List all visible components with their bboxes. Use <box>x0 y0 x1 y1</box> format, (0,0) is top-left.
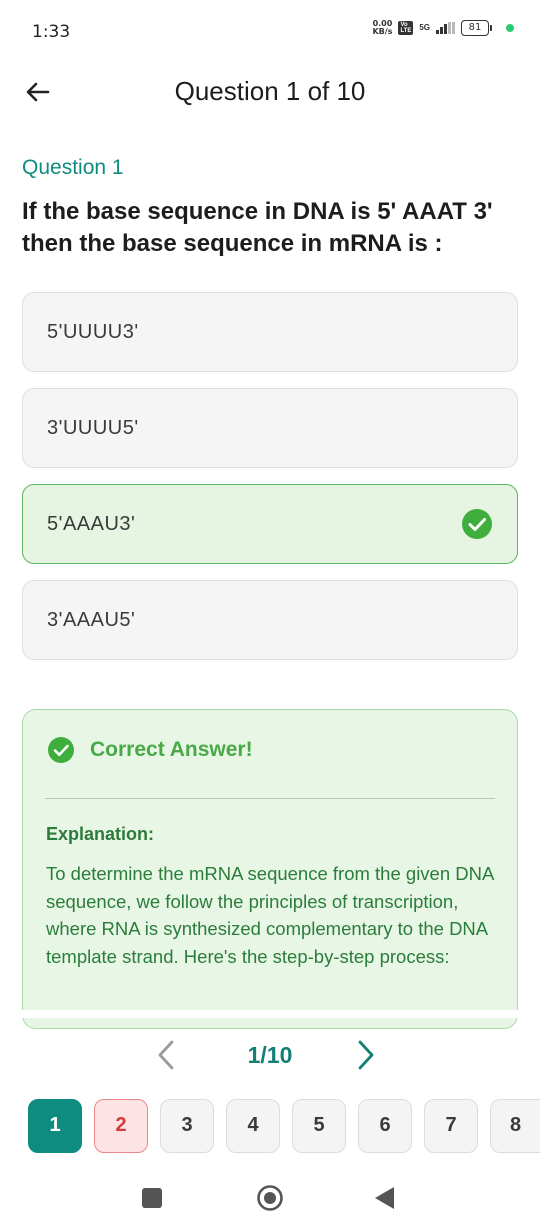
net-speed: 0.00 KB/s <box>372 19 393 36</box>
home-icon[interactable] <box>256 1184 284 1212</box>
status-bar: 1:33 0.00 KB/s Vo LTE 5G 81 <box>0 0 540 64</box>
question-navigator: 1 2 3 4 5 6 7 8 <box>0 1099 540 1155</box>
battery-level: 81 <box>461 20 489 36</box>
status-time: 1:33 <box>32 22 71 42</box>
question-pager: 1/10 <box>0 1030 540 1080</box>
question-text: If the base sequence in DNA is 5' AAAT 3… <box>22 198 493 257</box>
answer-option-4[interactable]: 3'AAAU5' <box>22 580 518 660</box>
check-circle-icon <box>462 509 492 539</box>
system-nav-bar <box>0 1170 540 1230</box>
check-circle-icon <box>48 737 74 763</box>
explanation-text: To determine the mRNA sequence from the … <box>46 863 494 967</box>
chevron-right-icon[interactable] <box>350 1038 382 1072</box>
question-nav-button-1[interactable]: 1 <box>28 1099 82 1153</box>
result-title: Correct Answer! <box>90 738 253 761</box>
option-label: 3'AAAU5' <box>47 609 136 631</box>
question-nav-button-5[interactable]: 5 <box>292 1099 346 1153</box>
option-label: 5'UUUU3' <box>47 321 139 343</box>
back-triangle-icon[interactable] <box>372 1185 398 1211</box>
answer-option-2[interactable]: 3'UUUU5' <box>22 388 518 468</box>
recents-icon[interactable] <box>142 1188 162 1208</box>
page-title: Question 1 of 10 <box>174 76 366 106</box>
question-nav-button-4[interactable]: 4 <box>226 1099 280 1153</box>
answer-option-3[interactable]: 5'AAAU3' <box>22 484 518 564</box>
notification-dot-icon <box>506 24 514 32</box>
signal-icon <box>436 22 455 34</box>
question-number-label: Question 1 <box>22 156 124 179</box>
question-nav-button-6[interactable]: 6 <box>358 1099 412 1153</box>
battery-icon: 81 <box>461 20 492 36</box>
question-nav-button-2[interactable]: 2 <box>94 1099 148 1153</box>
explanation-label: Explanation: <box>46 824 155 844</box>
scroll-edge <box>0 1010 540 1018</box>
option-label: 3'UUUU5' <box>47 417 139 439</box>
question-nav-button-7[interactable]: 7 <box>424 1099 478 1153</box>
question-nav-button-8[interactable]: 8 <box>490 1099 540 1153</box>
status-icons: 0.00 KB/s Vo LTE 5G 81 <box>372 20 514 36</box>
volte-icon: Vo LTE <box>398 21 414 35</box>
result-card: Correct Answer! Explanation: To determin… <box>22 709 518 1029</box>
option-label: 5'AAAU3' <box>47 513 136 535</box>
app-header: Question 1 of 10 <box>0 64 540 120</box>
question-nav-button-3[interactable]: 3 <box>160 1099 214 1153</box>
divider <box>45 798 495 799</box>
network-type-icon: 5G <box>419 23 430 32</box>
page-indicator: 1/10 <box>247 1042 293 1068</box>
answer-option-1[interactable]: 5'UUUU3' <box>22 292 518 372</box>
